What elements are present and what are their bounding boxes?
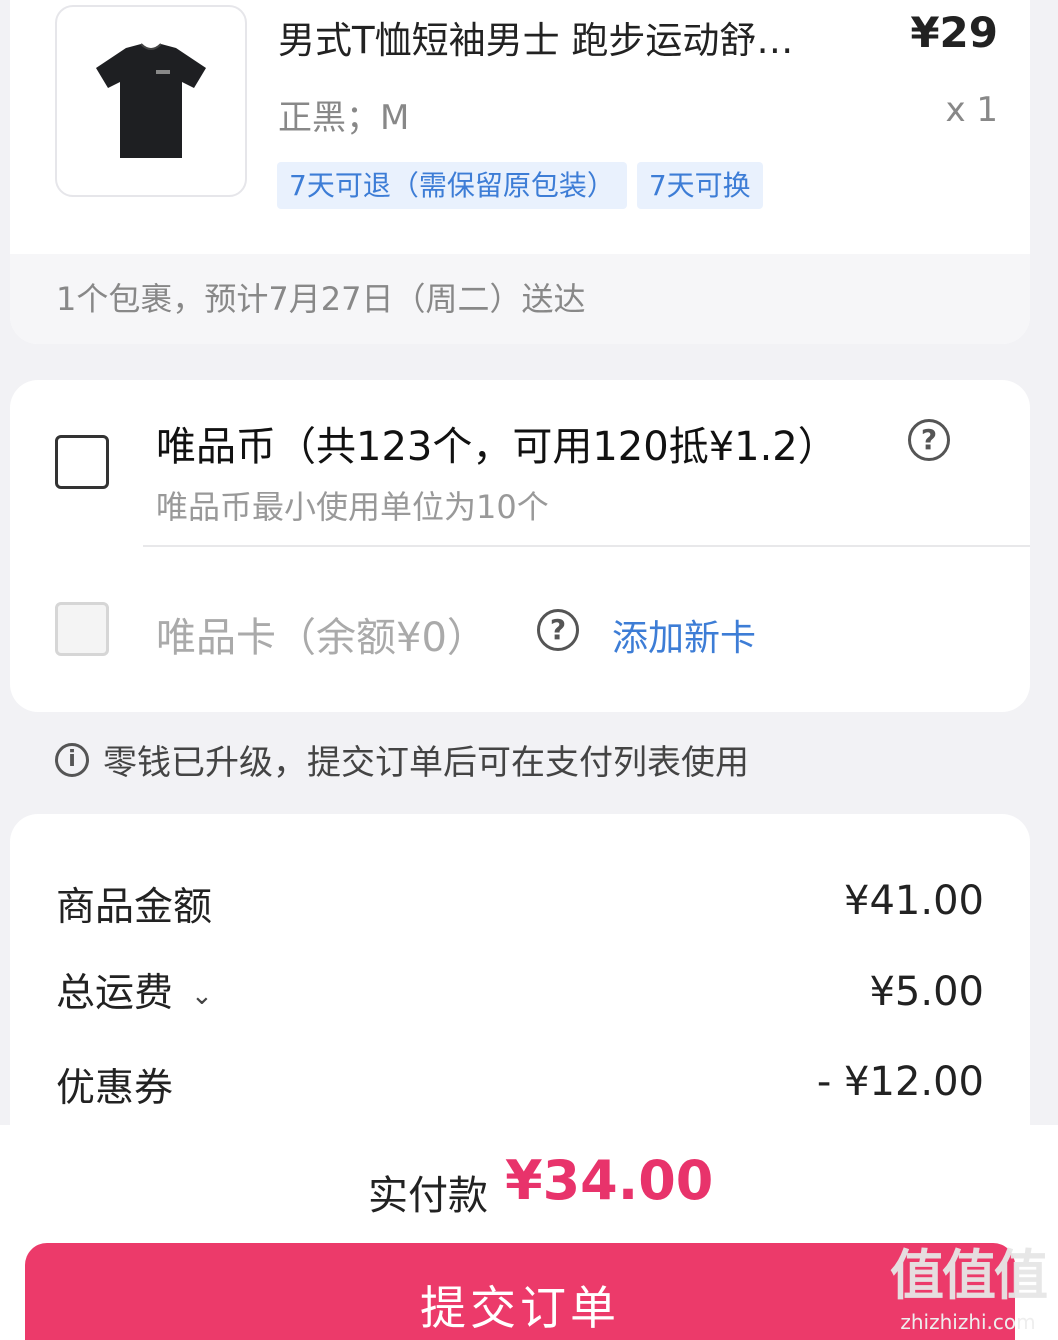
chevron-down-icon: ⌄ [191,980,213,1011]
shipping-value: ¥5.00 [869,969,984,1015]
vip-card-checkbox[interactable] [55,602,109,656]
price-summary-card: 商品金额 ¥41.00 总运费 ⌄ ¥5.00 优惠券 - ¥12.00 [10,814,1030,1154]
goods-amount-value: ¥41.00 [844,878,984,924]
wallet-notice: i 零钱已升级，提交订单后可在支付列表使用 [55,735,749,784]
exchange-policy-tag: 7天可换 [636,162,763,209]
vip-card-help-icon[interactable]: ? [537,609,579,651]
watermark-logo: 值值值 [890,1244,1048,1307]
shipping-row[interactable]: 总运费 ⌄ [56,962,213,1018]
coin-title: 唯品币（共123个，可用120抵¥1.2） [156,424,838,470]
coin-subtitle: 唯品币最小使用单位为10个 [156,488,549,526]
submit-order-button[interactable]: 提交订单 [25,1243,1015,1340]
notice-text: 零钱已升级，提交订单后可在支付列表使用 [103,743,749,783]
watermark: 值值值 zhizhizhi.com [890,1231,1048,1334]
coin-help-icon[interactable]: ? [908,419,950,461]
product-price: ¥29 [910,8,998,57]
service-tags: 7天可退（需保留原包装） 7天可换 [277,162,763,209]
coupon-label[interactable]: 优惠券 [56,1057,173,1113]
shipping-label: 总运费 [56,971,174,1016]
coupon-value[interactable]: - ¥12.00 [817,1059,984,1105]
coin-checkbox[interactable] [55,435,109,489]
delivery-estimate: 1个包裹，预计7月27日（周二）送达 [10,254,1030,344]
product-title[interactable]: 男式T恤短袖男士 跑步运动舒… [278,10,868,64]
add-card-link[interactable]: 添加新卡 [612,609,756,661]
product-spec: 正黑；M [278,98,410,138]
return-policy-tag: 7天可退（需保留原包装） [277,162,627,209]
pay-amount: ¥34.00 [505,1149,714,1212]
product-card: 男式T恤短袖男士 跑步运动舒… ¥29 正黑；M x 1 7天可退（需保留原包装… [10,0,1030,344]
wallet-card: 唯品币（共123个，可用120抵¥1.2） ? 唯品币最小使用单位为10个 唯品… [10,380,1030,712]
product-thumbnail[interactable] [55,5,247,197]
vip-card-title: 唯品卡（余额¥0） [156,615,487,661]
goods-amount-label: 商品金额 [56,885,213,930]
checkout-bar: 实付款 ¥34.00 提交订单 值值值 zhizhizhi.com [0,1125,1058,1340]
watermark-site: zhizhizhi.com [900,1310,1036,1334]
pay-label: 实付款 [368,1173,488,1219]
info-icon: i [55,742,89,777]
tshirt-image [96,43,206,158]
product-quantity: x 1 [945,90,998,130]
divider [143,545,1030,547]
